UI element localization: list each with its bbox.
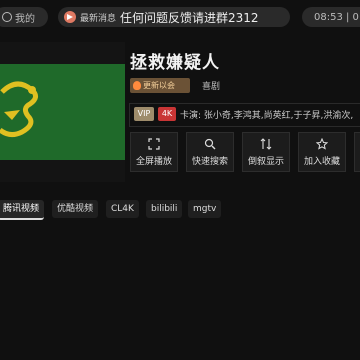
source-tab-cl4k[interactable]: CL4K xyxy=(106,200,139,218)
sort-icon xyxy=(260,137,272,150)
reverse-order-button[interactable]: 倒叙显示 xyxy=(242,132,290,172)
quality-badge: 4K xyxy=(158,107,176,121)
news-label: 最新消息 xyxy=(80,13,117,24)
my-button[interactable]: 我的 xyxy=(0,7,48,27)
fullscreen-play-button[interactable]: 全屏播放 xyxy=(130,132,178,172)
source-tab-youku[interactable]: 优酷视频 xyxy=(52,200,99,218)
poster-top-band xyxy=(0,42,125,64)
vip-badge: VIP xyxy=(134,107,154,121)
quick-search-button[interactable]: 快速搜索 xyxy=(186,132,234,172)
source-tab-bilibili[interactable]: bilibili xyxy=(146,200,183,218)
search-icon xyxy=(204,138,216,149)
cast-list: 卡演: 张小奇,李鸿其,尚英红,于子昇,洪渝次, xyxy=(180,111,354,121)
video-title: 拯救嫌疑人 xyxy=(130,53,220,73)
source-tab-mgtv[interactable]: mgtv xyxy=(188,200,222,218)
action-label: 倒叙显示 xyxy=(247,156,284,167)
genre-label: 喜剧 xyxy=(202,82,221,92)
megaphone-icon xyxy=(64,11,76,23)
source-tab-tencent[interactable]: 腾讯视频 xyxy=(0,200,45,220)
my-label: 我的 xyxy=(15,13,35,25)
flame-icon xyxy=(133,81,141,90)
status-badge: 更新以会 xyxy=(130,78,190,93)
fullscreen-icon xyxy=(148,137,160,150)
status-badge-label: 更新以会 xyxy=(143,81,175,90)
user-icon xyxy=(2,12,12,22)
clock: 08:53 | 0 xyxy=(302,7,360,27)
news-ticker[interactable]: 最新消息 任何问题反馈请进群2312 xyxy=(58,7,290,27)
star-icon xyxy=(316,137,328,150)
poster-image[interactable] xyxy=(0,42,125,182)
action-label: 全屏播放 xyxy=(135,156,172,167)
dragon-emblem-icon xyxy=(0,81,38,138)
top-bar: 我的 最新消息 任何问题反馈请进群2312 08:53 | 0 xyxy=(0,0,360,34)
action-label: 快速搜索 xyxy=(191,156,228,167)
action-label: 加入收藏 xyxy=(303,156,340,167)
news-text: 任何问题反馈请进群2312 xyxy=(120,10,259,25)
add-favorite-button[interactable]: 加入收藏 xyxy=(298,132,346,172)
more-action-button[interactable] xyxy=(354,132,360,172)
poster-bottom-band xyxy=(0,160,125,182)
